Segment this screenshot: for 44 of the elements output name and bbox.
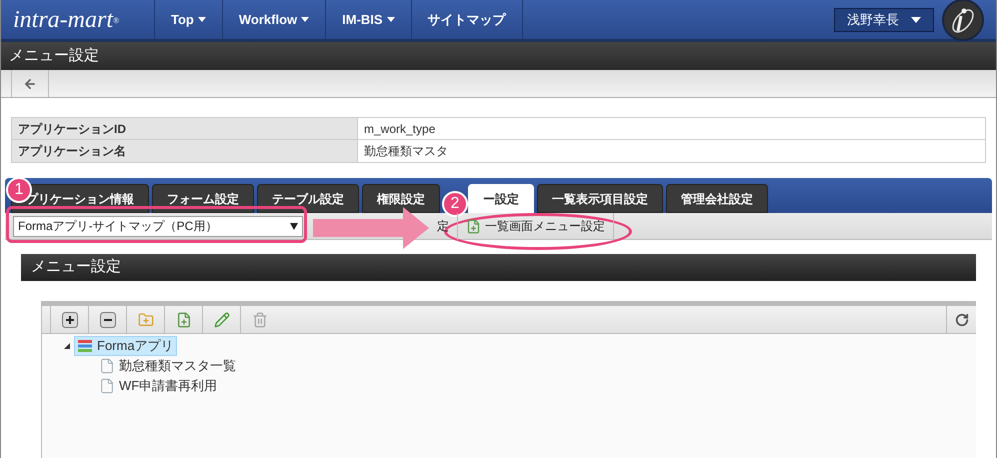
file-icon xyxy=(99,378,115,394)
tab[interactable]: 権限設定 xyxy=(362,184,440,213)
folder-add-icon xyxy=(138,312,154,328)
dropdown-arrow-icon xyxy=(290,222,298,230)
nav-menu-item[interactable]: サイトマップ xyxy=(410,0,522,39)
field-value-cell-text: m_work_type xyxy=(363,120,436,138)
tab[interactable]: ー設定 xyxy=(468,184,534,213)
tree-node[interactable]: 勤怠種類マスタ一覧 xyxy=(96,356,239,376)
tree-node-label: Formaアプリ xyxy=(97,337,174,356)
back-button[interactable] xyxy=(11,70,49,97)
refresh-icon xyxy=(954,312,968,326)
section-title: メニュー設定 xyxy=(31,257,121,278)
site-select[interactable]: Formaアプリ-サイトマップ（PC用） xyxy=(13,216,303,236)
info-logo-icon[interactable] xyxy=(942,0,984,40)
tree-node[interactable]: Formaアプリ xyxy=(74,336,177,356)
nav-menu-item[interactable]: Top xyxy=(154,0,222,39)
caret-icon xyxy=(301,17,310,22)
caret-icon xyxy=(386,17,395,22)
file-add-icon xyxy=(176,312,192,328)
tab[interactable]: 管理会社設定 xyxy=(666,184,768,213)
field-label-cell: アプリケーション名 xyxy=(12,140,358,162)
caret-icon xyxy=(198,17,206,22)
file-add-icon xyxy=(466,218,481,234)
expand-all-icon xyxy=(62,312,78,328)
user-menu[interactable]: 浅野幸長 xyxy=(834,8,934,32)
nav-menu-item[interactable]: IM-BIS xyxy=(325,0,411,39)
file-icon xyxy=(99,358,115,374)
field-value-cell-text: 勤怠種類マスタ xyxy=(363,143,449,160)
pencil-icon xyxy=(214,312,230,328)
list-icon xyxy=(77,339,93,353)
back-arrow-icon xyxy=(23,76,37,90)
tab[interactable]: 一覧表示項目設定 xyxy=(537,184,663,213)
tree-node-label: WF申請書再利用 xyxy=(119,377,218,396)
field-label-cell: アプリケーションID xyxy=(12,118,358,139)
collapse-all-icon xyxy=(100,312,116,328)
page-title: メニュー設定 xyxy=(9,46,99,66)
tree-node-label: 勤怠種類マスタ一覧 xyxy=(119,357,236,376)
nav-menu-item[interactable]: Workflow xyxy=(222,0,326,39)
tab[interactable]: フォーム設定 xyxy=(152,184,254,213)
tab[interactable]: テーブル設定 xyxy=(257,184,359,213)
caret-icon xyxy=(911,16,921,22)
logo[interactable]: intra-mart$^{®}$ xyxy=(13,2,120,38)
trash-icon xyxy=(252,312,268,328)
tree-node[interactable]: WF申請書再利用 xyxy=(96,376,220,396)
